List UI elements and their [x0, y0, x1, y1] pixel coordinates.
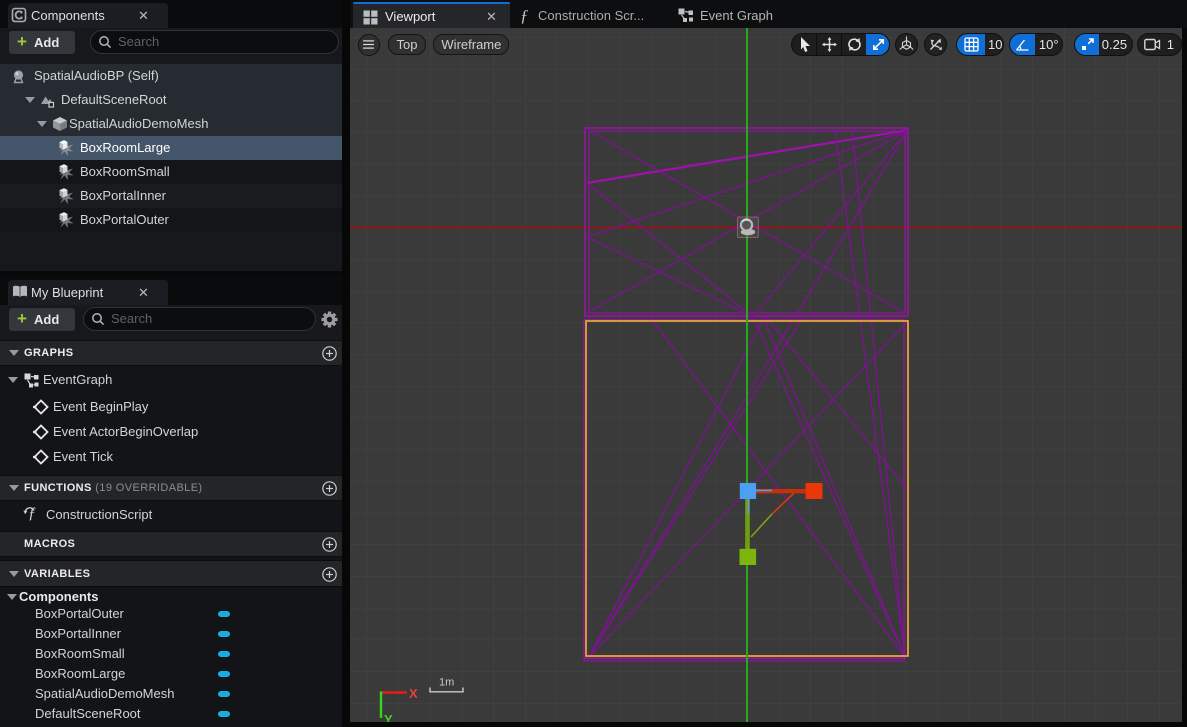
svg-text:X: X	[409, 686, 418, 701]
svg-text:Y: Y	[384, 712, 393, 722]
svg-text:1m: 1m	[439, 677, 454, 689]
